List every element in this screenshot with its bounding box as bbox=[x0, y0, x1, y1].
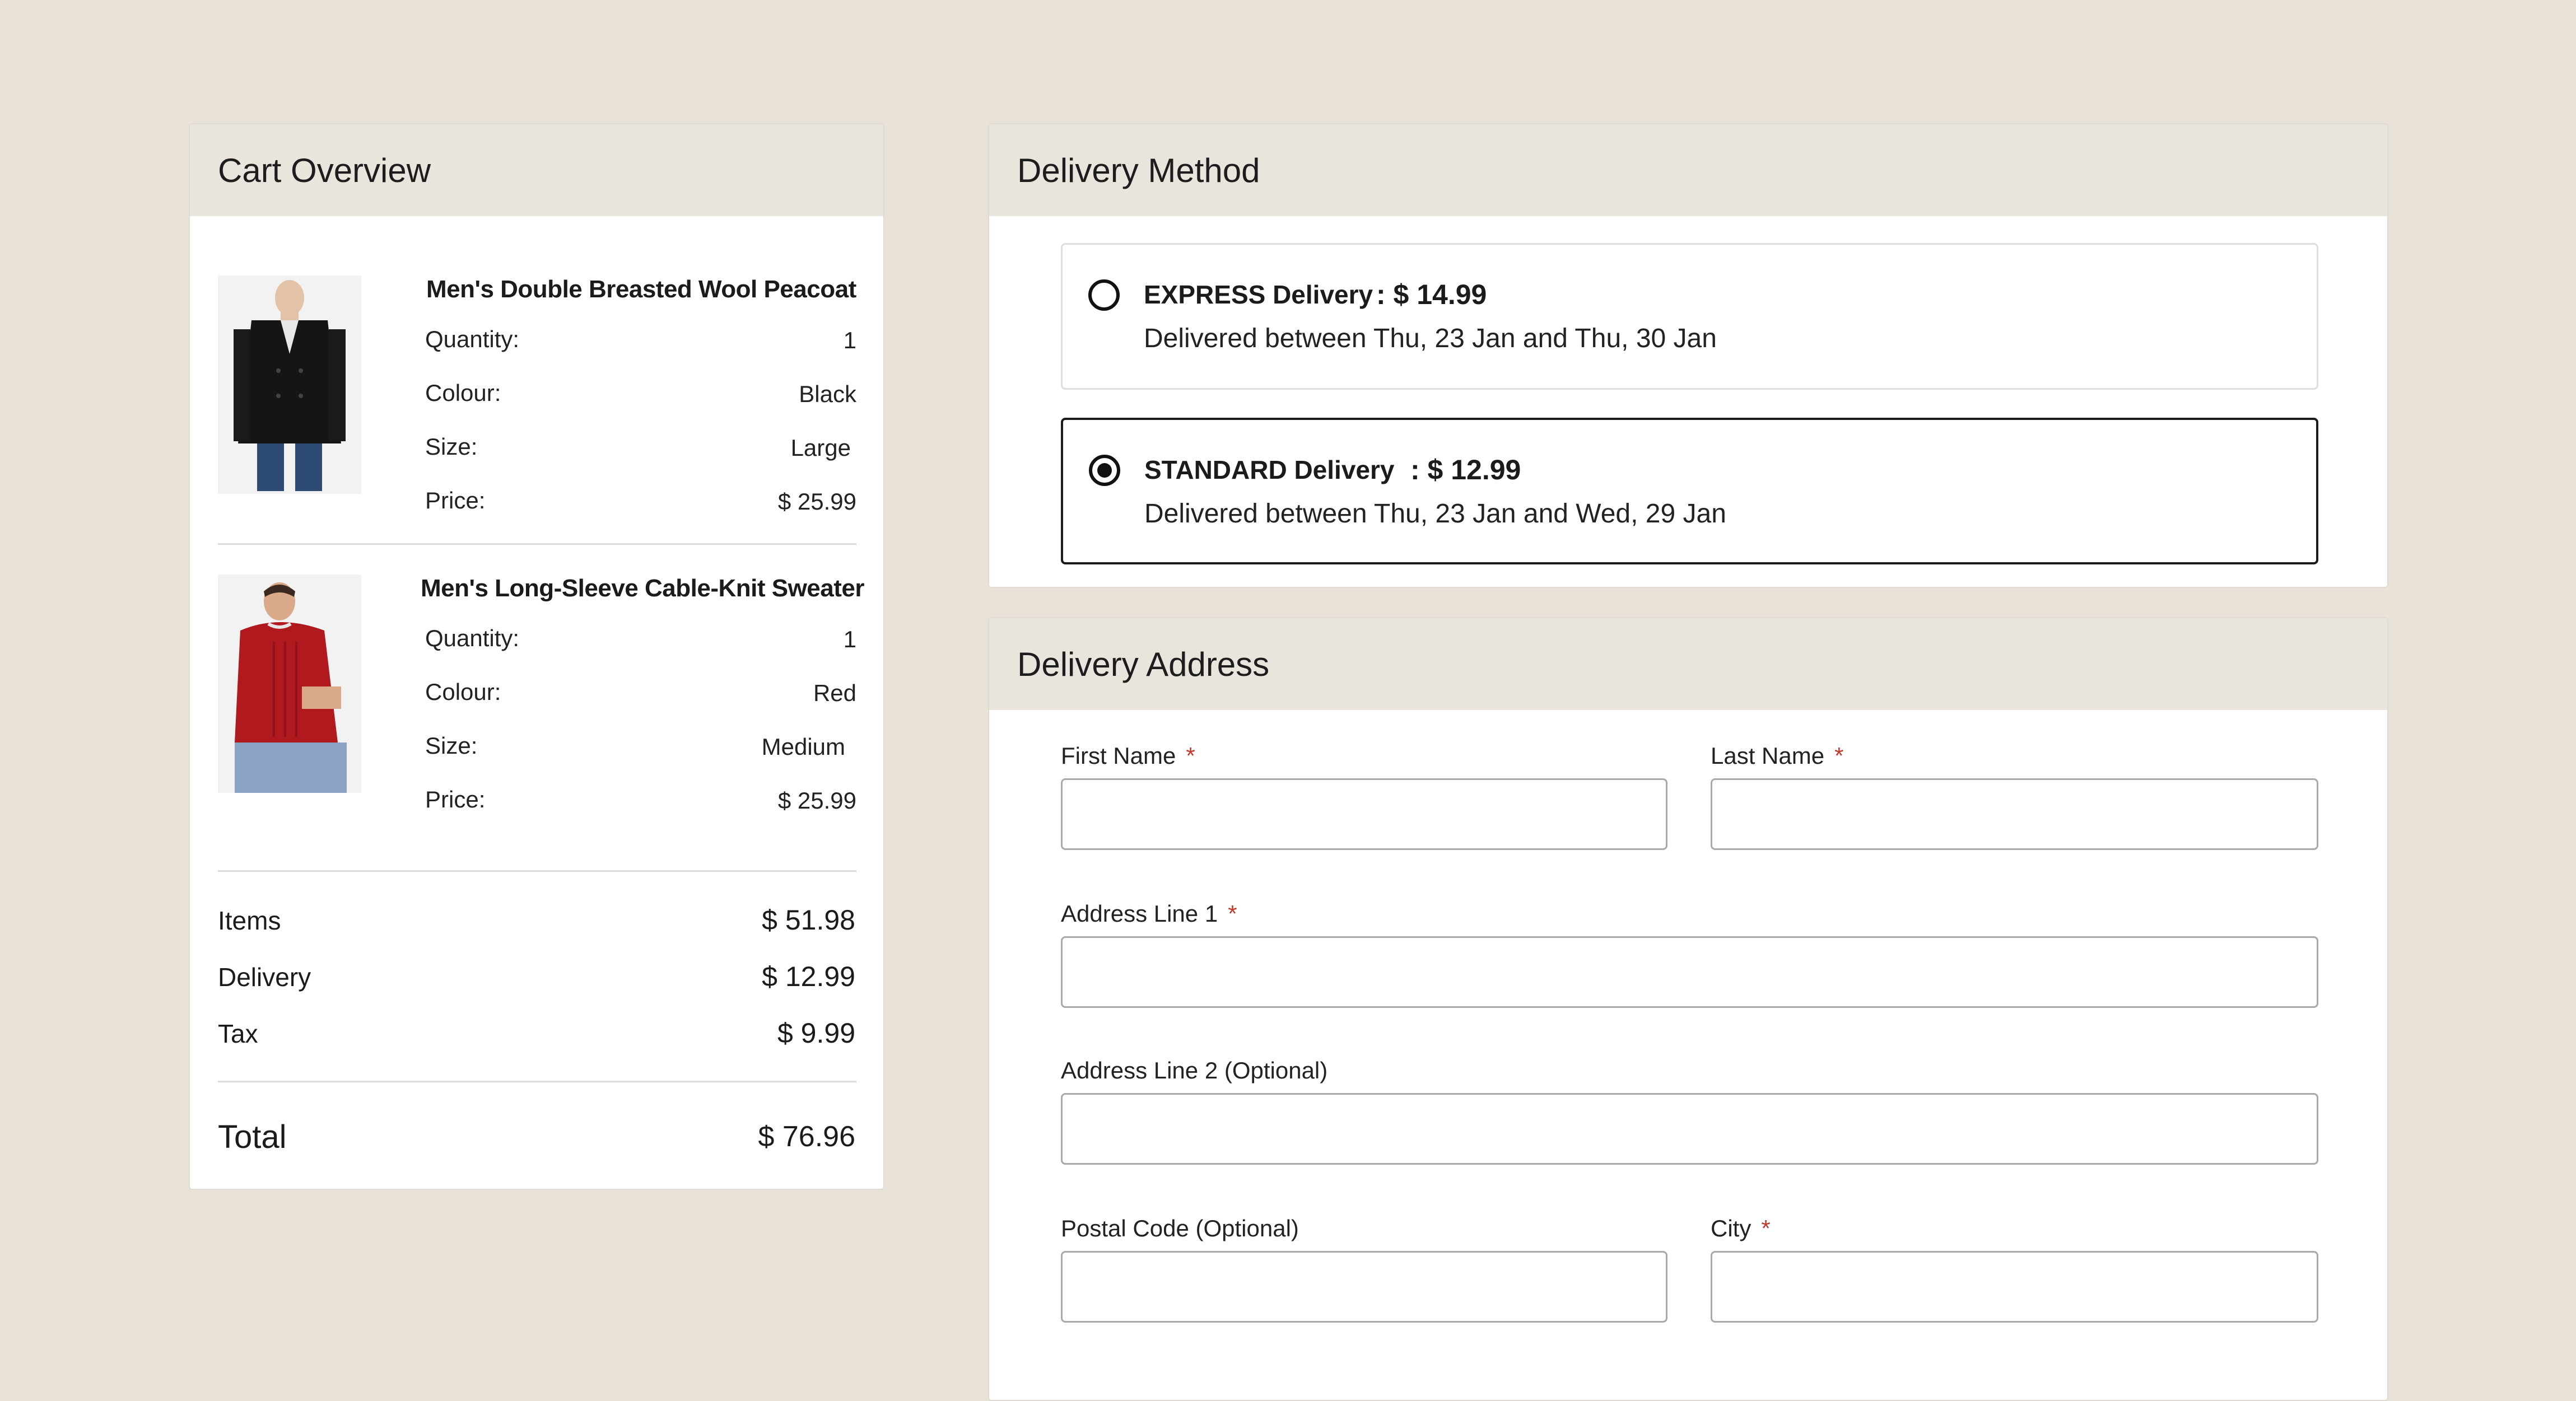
city-field[interactable] bbox=[1711, 1251, 2318, 1323]
items-subtotal-value: $ 51.98 bbox=[762, 904, 855, 936]
express-option-description: Delivered between Thu, 23 Jan and Thu, 3… bbox=[1144, 324, 1717, 353]
cart-item-name: Men's Double Breasted Wool Peacoat bbox=[426, 275, 856, 303]
standard-option-description: Delivered between Thu, 23 Jan and Wed, 2… bbox=[1144, 499, 1726, 529]
divider bbox=[218, 543, 856, 545]
quantity-value: 1 bbox=[843, 327, 856, 353]
quantity-label: Quantity: bbox=[425, 326, 520, 352]
address-line-1-field[interactable] bbox=[1061, 936, 2318, 1008]
express-option-price: : $ 14.99 bbox=[1376, 279, 1487, 310]
address-line-1-label-text: Address Line 1 bbox=[1061, 900, 1218, 927]
standard-option-price: : $ 12.99 bbox=[1410, 454, 1521, 485]
delivery-method-panel: Delivery Method EXPRESS Delivery : $ 14.… bbox=[988, 123, 2388, 588]
items-subtotal-label: Items bbox=[218, 906, 281, 935]
delivery-address-title: Delivery Address bbox=[989, 618, 2387, 710]
city-label: City * bbox=[1711, 1215, 1771, 1242]
divider bbox=[218, 1081, 856, 1082]
cart-item: Men's Long-Sleeve Cable-Knit Sweater Qua… bbox=[218, 575, 864, 815]
total-value: $ 76.96 bbox=[758, 1120, 856, 1153]
price-label: Price: bbox=[425, 487, 486, 513]
express-radio-button[interactable] bbox=[1088, 279, 1120, 311]
colour-value: Black bbox=[799, 381, 856, 407]
first-name-label-text: First Name bbox=[1061, 742, 1176, 769]
divider bbox=[218, 870, 856, 872]
address-line-1-label: Address Line 1 * bbox=[1061, 900, 1237, 927]
required-marker: * bbox=[1186, 742, 1195, 769]
size-value: Large bbox=[790, 435, 851, 461]
price-value: $ 25.99 bbox=[777, 488, 856, 515]
standard-delivery-option[interactable]: STANDARD Delivery : $ 12.99 Delivered be… bbox=[1061, 418, 2318, 564]
quantity-value: 1 bbox=[843, 626, 856, 652]
cart-item-name: Men's Long-Sleeve Cable-Knit Sweater bbox=[421, 575, 864, 602]
standard-option-title: STANDARD Delivery bbox=[1144, 455, 1395, 484]
size-value: Medium bbox=[761, 734, 845, 760]
postal-code-field[interactable] bbox=[1061, 1251, 1667, 1323]
price-value: $ 25.99 bbox=[777, 787, 856, 814]
standard-radio-button[interactable] bbox=[1089, 455, 1120, 486]
last-name-label-text: Last Name bbox=[1711, 742, 1825, 769]
delivery-method-title: Delivery Method bbox=[989, 124, 2387, 216]
required-marker: * bbox=[1761, 1215, 1771, 1241]
last-name-label: Last Name * bbox=[1711, 742, 1843, 769]
express-delivery-option[interactable]: EXPRESS Delivery : $ 14.99 Delivered bet… bbox=[1061, 243, 2318, 390]
radio-selected-dot bbox=[1097, 463, 1112, 478]
delivery-cost-label: Delivery bbox=[218, 963, 311, 992]
required-marker: * bbox=[1228, 900, 1237, 927]
black-peacoat-photo bbox=[218, 275, 361, 494]
cart-item: Men's Double Breasted Wool Peacoat Quant… bbox=[218, 275, 856, 516]
price-label: Price: bbox=[425, 786, 486, 812]
quantity-label: Quantity: bbox=[425, 625, 520, 651]
colour-label: Colour: bbox=[425, 679, 501, 705]
express-option-title: EXPRESS Delivery bbox=[1144, 280, 1373, 309]
address-line-2-field[interactable] bbox=[1061, 1093, 2318, 1165]
colour-value: Red bbox=[813, 680, 856, 706]
last-name-field[interactable] bbox=[1711, 778, 2318, 850]
tax-value: $ 9.99 bbox=[777, 1017, 855, 1049]
required-marker: * bbox=[1834, 742, 1844, 769]
cart-overview-panel: Cart Overview Men's Double Breasted Wool… bbox=[189, 123, 884, 1190]
delivery-address-panel: Delivery Address First Name * Last Name * … bbox=[988, 617, 2388, 1401]
postal-code-label: Postal Code (Optional) bbox=[1061, 1215, 1299, 1241]
colour-label: Colour: bbox=[425, 380, 501, 406]
first-name-field[interactable] bbox=[1061, 778, 1667, 850]
size-label: Size: bbox=[425, 433, 478, 460]
total-label: Total bbox=[218, 1119, 287, 1155]
first-name-label: First Name * bbox=[1061, 742, 1195, 769]
address-line-2-label: Address Line 2 (Optional) bbox=[1061, 1057, 1328, 1084]
size-label: Size: bbox=[425, 732, 478, 759]
cart-overview-title: Cart Overview bbox=[190, 124, 883, 216]
delivery-cost-value: $ 12.99 bbox=[762, 961, 855, 992]
tax-label: Tax bbox=[218, 1019, 258, 1048]
city-label-text: City bbox=[1711, 1215, 1752, 1241]
red-sweater-photo bbox=[218, 575, 361, 793]
